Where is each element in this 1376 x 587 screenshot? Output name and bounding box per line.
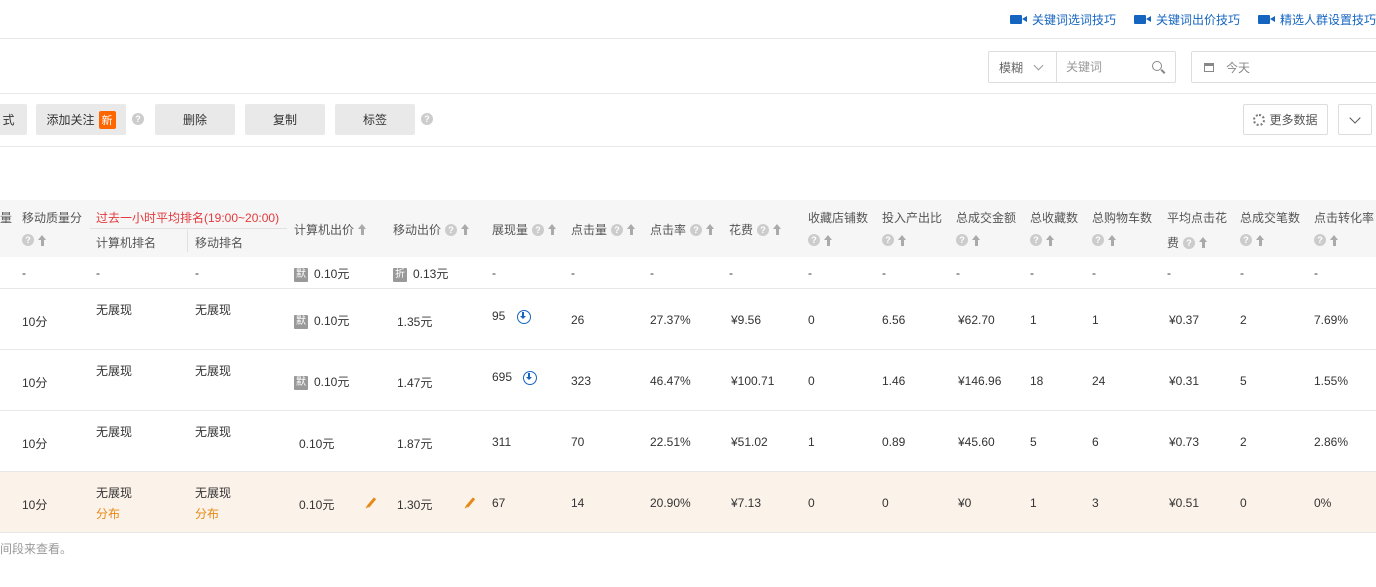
header-pc-rank: 计算机排名 — [96, 236, 157, 250]
search-icon[interactable] — [1152, 61, 1162, 71]
sort-up-icon[interactable] — [358, 224, 367, 235]
help-icon[interactable]: ? — [445, 223, 458, 236]
help-icon[interactable]: ? — [132, 113, 144, 125]
divider — [0, 93, 1376, 94]
sort-up-icon[interactable] — [898, 234, 907, 246]
edit-icon[interactable] — [465, 497, 476, 508]
new-badge: 新 — [98, 110, 116, 129]
header-ctr[interactable]: 点击率? — [650, 221, 715, 238]
keyword-search-input[interactable] — [1066, 60, 1146, 74]
table-row[interactable]: 10分 无展现 无展现 默 0.10元 1.47元 695 323 46.47% … — [0, 350, 1376, 411]
sort-up-icon[interactable] — [824, 234, 833, 246]
header-mobile-quality[interactable]: 移动质量分 — [22, 209, 82, 226]
sort-up-icon[interactable] — [1108, 234, 1117, 246]
download-icon[interactable] — [516, 309, 531, 324]
pc-bid-cell[interactable]: 0.10元 — [299, 435, 334, 452]
edit-icon[interactable] — [366, 497, 377, 508]
chevron-down-icon — [1033, 60, 1044, 70]
help-icon[interactable]: ? — [1092, 234, 1104, 246]
sort-up-icon[interactable] — [1256, 234, 1265, 246]
help-icon[interactable]: ? — [1030, 234, 1042, 246]
copy-button[interactable]: 复制 — [245, 104, 325, 135]
help-icon[interactable]: ? — [882, 234, 894, 246]
sort-up-icon[interactable] — [1046, 234, 1055, 246]
header-avg-cpc[interactable]: 平均点击花 — [1167, 209, 1227, 226]
download-icon[interactable] — [523, 370, 538, 385]
default-tag-icon: 默 — [294, 314, 308, 329]
gear-icon — [1253, 113, 1266, 126]
table-row[interactable]: 10分 无展现 无展现 默 0.10元 1.35元 95 26 27.37% ¥9… — [0, 289, 1376, 350]
keyword-filter: 模糊 — [988, 51, 1176, 83]
tip-keyword-selection[interactable]: 关键词选词技巧 — [1009, 11, 1116, 28]
sort-up-icon[interactable] — [972, 234, 981, 246]
help-icon[interactable]: ? — [22, 234, 34, 246]
help-icon[interactable]: ? — [808, 234, 820, 246]
discount-tag-icon: 折 — [393, 267, 407, 282]
video-camera-icon — [1133, 14, 1151, 24]
header-fav-shop[interactable]: 收藏店铺数 — [808, 209, 868, 226]
help-icon[interactable]: ? — [690, 223, 703, 236]
footnote: 间段来查看。 — [0, 542, 73, 556]
divider — [0, 146, 1376, 147]
header-mobile-rank: 移动排名 — [195, 236, 244, 250]
sort-up-icon[interactable] — [1330, 234, 1339, 246]
help-icon[interactable]: ? — [611, 223, 624, 236]
help-icon[interactable]: ? — [421, 113, 433, 125]
delete-button[interactable]: 删除 — [155, 104, 235, 135]
header-total-cart[interactable]: 总购物车数 — [1092, 209, 1152, 226]
tips-bar: 关键词选词技巧 关键词出价技巧 精选人群设置技巧 — [1009, 0, 1376, 38]
match-mode-select[interactable]: 模糊 — [989, 52, 1057, 82]
header-cvr[interactable]: 点击转化率 — [1314, 209, 1374, 226]
chevron-down-icon — [1349, 111, 1361, 124]
help-icon[interactable]: ? — [1314, 234, 1326, 246]
sort-up-icon[interactable] — [461, 224, 470, 235]
sort-up-icon[interactable] — [38, 234, 47, 246]
tip-audience[interactable]: 精选人群设置技巧 — [1257, 11, 1376, 28]
more-data-button[interactable]: 更多数据 — [1243, 104, 1328, 135]
add-follow-button[interactable]: 添加关注新 — [36, 104, 126, 135]
header-mobile-bid[interactable]: 移动出价? — [393, 221, 470, 238]
tip-keyword-bid[interactable]: 关键词出价技巧 — [1133, 11, 1240, 28]
table-row[interactable]: 10分 无展现 无展现 0.10元 1.87元 311 70 22.51% ¥5… — [0, 411, 1376, 472]
pc-bid-cell[interactable]: 默 0.10元 — [294, 373, 349, 390]
help-icon[interactable]: ? — [1240, 234, 1252, 246]
table-header: 量 移动质量分 ? 过去一小时平均排名(19:00~20:00) 计算机排名 移… — [0, 200, 1376, 257]
header-clicks[interactable]: 点击量? — [571, 221, 636, 238]
header-total-gmv[interactable]: 总成交金额 — [956, 209, 1016, 226]
summary-pc-bid[interactable]: 默 0.10元 — [294, 265, 349, 282]
sort-up-icon[interactable] — [1199, 237, 1208, 248]
header-impressions[interactable]: 展现量? — [492, 221, 557, 238]
divider — [0, 38, 1376, 39]
help-icon[interactable]: ? — [956, 234, 968, 246]
header-roi[interactable]: 投入产出比 — [882, 209, 942, 226]
header-cost[interactable]: 花费? — [729, 221, 782, 238]
sort-up-icon[interactable] — [548, 224, 557, 235]
help-icon[interactable]: ? — [532, 223, 545, 236]
mobile-rank-distribution-link[interactable]: 分布 — [195, 505, 219, 522]
sort-up-icon[interactable] — [773, 224, 782, 235]
header-pc-bid[interactable]: 计算机出价 — [294, 221, 367, 238]
tag-button[interactable]: 标签 — [335, 104, 415, 135]
header-partial: 量 — [0, 211, 13, 225]
summary-row: - - - 默 0.10元 折 0.13元 - - - - - - - - - - … — [0, 257, 1376, 289]
header-total-orders[interactable]: 总成交笔数 — [1240, 209, 1300, 226]
help-icon[interactable]: ? — [1183, 236, 1196, 249]
pc-bid-cell[interactable]: 默 0.10元 — [294, 312, 349, 329]
header-rank-group: 过去一小时平均排名(19:00~20:00) — [96, 211, 280, 225]
calendar-icon — [1204, 62, 1214, 72]
date-picker[interactable]: 今天 — [1191, 51, 1376, 83]
default-tag-icon: 默 — [294, 267, 308, 282]
help-icon[interactable]: ? — [757, 223, 770, 236]
video-camera-icon — [1009, 14, 1027, 24]
video-camera-icon — [1257, 14, 1275, 24]
default-tag-icon: 默 — [294, 375, 308, 390]
collapse-button[interactable] — [1338, 104, 1372, 135]
table-row[interactable]: 10分 无展现 分布 无展现 分布 0.10元 1.30元 67 14 20.9… — [0, 472, 1376, 533]
sort-up-icon[interactable] — [706, 224, 715, 235]
sort-up-icon[interactable] — [627, 224, 636, 235]
header-total-fav[interactable]: 总收藏数 — [1030, 209, 1078, 226]
pc-rank-distribution-link[interactable]: 分布 — [96, 505, 120, 522]
partial-button[interactable]: 式 — [0, 104, 27, 135]
summary-mobile-bid[interactable]: 折 0.13元 — [393, 265, 448, 282]
